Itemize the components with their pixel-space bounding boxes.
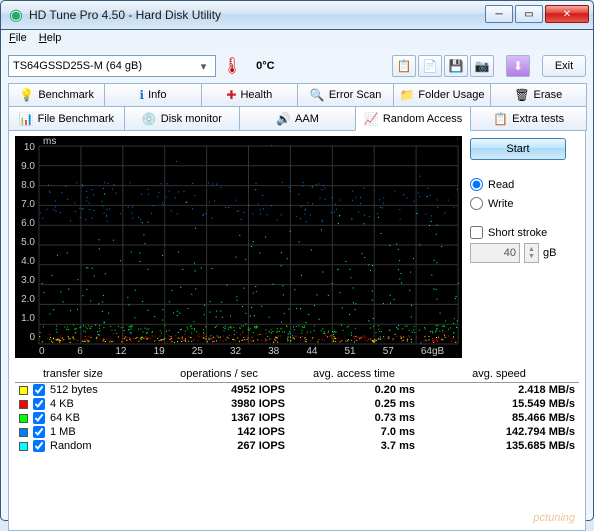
file-benchmark-icon: 📊 (19, 112, 34, 126)
row-label: 4 KB (50, 398, 74, 410)
tab-folder-usage[interactable]: 📁Folder Usage (393, 83, 490, 107)
tab-error-scan[interactable]: 🔍Error Scan (297, 83, 394, 107)
table-row: 1 MB 142 IOPS 7.0 ms 142.794 MB/s (15, 425, 579, 439)
copy-button[interactable]: 📋 (392, 55, 416, 77)
table-row: 64 KB 1367 IOPS 0.73 ms 85.466 MB/s (15, 411, 579, 425)
row-speed: 2.418 MB/s (419, 383, 579, 398)
row-access: 0.20 ms (289, 383, 419, 398)
exit-button[interactable]: Exit (542, 55, 586, 77)
row-speed: 85.466 MB/s (419, 411, 579, 425)
watermark: pctuning (533, 512, 575, 524)
row-speed: 142.794 MB/s (419, 425, 579, 439)
row-iops: 3980 IOPS (149, 397, 289, 411)
folder-icon: 📁 (399, 88, 414, 102)
menu-file[interactable]: File (9, 32, 27, 48)
tab-file-benchmark[interactable]: 📊File Benchmark (8, 107, 125, 131)
stroke-unit: gB (543, 247, 556, 259)
row-checkbox[interactable] (33, 440, 45, 452)
header-speed: avg. speed (419, 366, 579, 383)
header-transfer-size: transfer size (15, 366, 149, 383)
app-icon: ◉ (9, 5, 23, 25)
tab-row-1: 💡Benchmark ℹInfo ✚Health 🔍Error Scan 📁Fo… (8, 83, 586, 107)
copy-text-button[interactable]: 📄 (418, 55, 442, 77)
refresh-button[interactable]: ⬇ (506, 55, 530, 77)
health-icon: ✚ (226, 88, 236, 102)
stroke-value-input[interactable] (470, 243, 520, 263)
device-select[interactable]: TS64GSSD25S-M (64 gB) ▾ (8, 55, 216, 77)
color-swatch (19, 414, 28, 423)
benchmark-icon: 💡 (19, 88, 34, 102)
search-icon: 🔍 (310, 88, 325, 102)
row-iops: 267 IOPS (149, 439, 289, 453)
save-button[interactable]: 💾 (444, 55, 468, 77)
color-swatch (19, 386, 28, 395)
row-label: 1 MB (50, 426, 76, 438)
maximize-button[interactable]: ▭ (515, 5, 543, 23)
results-table: transfer size operations / sec avg. acce… (15, 366, 579, 453)
row-speed: 15.549 MB/s (419, 397, 579, 411)
device-selected: TS64GSSD25S-M (64 gB) (13, 60, 142, 72)
row-checkbox[interactable] (33, 412, 45, 424)
tab-aam[interactable]: 🔊AAM (239, 107, 356, 131)
tab-erase[interactable]: 🗑Erase (490, 83, 587, 107)
thermometer-icon: 🌡 (222, 56, 242, 76)
x-axis-labels: 06121925323844515764gB (39, 346, 459, 357)
table-row: 4 KB 3980 IOPS 0.25 ms 15.549 MB/s (15, 397, 579, 411)
tab-info[interactable]: ℹInfo (104, 83, 201, 107)
window-title: HD Tune Pro 4.50 - Hard Disk Utility (29, 8, 483, 22)
menu-help[interactable]: Help (39, 32, 62, 48)
info-icon: ℹ (140, 88, 145, 102)
tab-health[interactable]: ✚Health (201, 83, 298, 107)
table-row: Random 267 IOPS 3.7 ms 135.685 MB/s (15, 439, 579, 453)
start-button[interactable]: Start (470, 138, 566, 160)
minimize-button[interactable]: ─ (485, 5, 513, 23)
row-access: 0.73 ms (289, 411, 419, 425)
read-radio[interactable]: Read (470, 178, 568, 191)
short-stroke-checkbox[interactable]: Short stroke (470, 226, 568, 239)
row-checkbox[interactable] (33, 426, 45, 438)
row-access: 0.25 ms (289, 397, 419, 411)
disk-icon: 💿 (142, 112, 157, 126)
tab-disk-monitor[interactable]: 💿Disk monitor (124, 107, 241, 131)
temperature-value: 0°C (248, 55, 282, 77)
scatter-chart: ms 109.08.07.06.05.04.03.02.01.00 061219… (15, 136, 462, 358)
random-icon: 📈 (364, 112, 379, 126)
row-access: 3.7 ms (289, 439, 419, 453)
row-iops: 142 IOPS (149, 425, 289, 439)
row-label: Random (50, 440, 92, 452)
tab-random-access[interactable]: 📈Random Access (355, 107, 472, 131)
chevron-down-icon: ▾ (196, 60, 211, 73)
row-checkbox[interactable] (33, 384, 45, 396)
color-swatch (19, 442, 28, 451)
tab-row-2: 📊File Benchmark 💿Disk monitor 🔊AAM 📈Rand… (8, 107, 586, 131)
header-iops: operations / sec (149, 366, 289, 383)
tab-content: ms 109.08.07.06.05.04.03.02.01.00 061219… (8, 131, 586, 531)
row-checkbox[interactable] (33, 398, 45, 410)
tab-benchmark[interactable]: 💡Benchmark (8, 83, 105, 107)
write-radio[interactable]: Write (470, 197, 568, 210)
color-swatch (19, 400, 28, 409)
titlebar: ◉ HD Tune Pro 4.50 - Hard Disk Utility ─… (0, 0, 594, 30)
speaker-icon: 🔊 (276, 112, 291, 126)
row-speed: 135.685 MB/s (419, 439, 579, 453)
trash-icon: 🗑 (514, 88, 529, 102)
stroke-spinner[interactable]: ▲▼ (524, 243, 539, 263)
tab-extra-tests[interactable]: 📋Extra tests (470, 107, 587, 131)
header-access: avg. access time (289, 366, 419, 383)
row-label: 64 KB (50, 412, 80, 424)
table-row: 512 bytes 4952 IOPS 0.20 ms 2.418 MB/s (15, 383, 579, 398)
row-iops: 1367 IOPS (149, 411, 289, 425)
row-label: 512 bytes (50, 384, 98, 396)
row-iops: 4952 IOPS (149, 383, 289, 398)
extra-icon: 📋 (493, 112, 508, 126)
color-swatch (19, 428, 28, 437)
screenshot-button[interactable]: 📷 (470, 55, 494, 77)
close-button[interactable]: ✕ (545, 5, 589, 23)
menubar: File Help (0, 30, 594, 50)
row-access: 7.0 ms (289, 425, 419, 439)
